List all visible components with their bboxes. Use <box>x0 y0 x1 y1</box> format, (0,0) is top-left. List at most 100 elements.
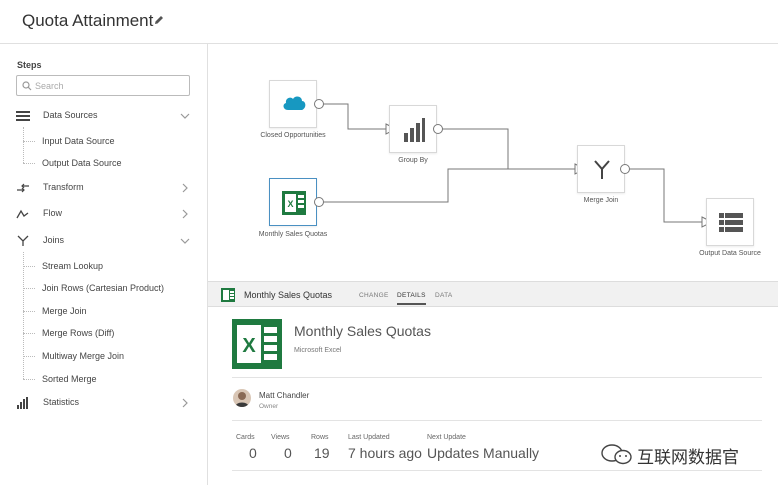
owner-role: Owner <box>259 403 279 410</box>
node-label: Output Data Source <box>699 250 761 257</box>
bar-chart-icon <box>17 397 28 409</box>
node-label: Monthly Sales Quotas <box>258 231 328 238</box>
excel-icon <box>221 288 235 302</box>
tree-connector <box>23 333 35 334</box>
bar-chart-icon <box>404 118 425 142</box>
tab-data[interactable]: DATA <box>435 292 453 299</box>
excel-icon: X <box>282 191 306 215</box>
detail-bar-title: Monthly Sales Quotas <box>244 290 333 300</box>
join-icon <box>594 160 610 179</box>
divider <box>232 420 762 421</box>
category-label: Transform <box>43 182 84 192</box>
category-flow[interactable]: Flow <box>16 206 192 222</box>
chevron-right-icon <box>182 398 188 408</box>
stat-value-cards: 0 <box>249 445 257 461</box>
node-label: Group By <box>398 157 428 164</box>
output-port[interactable] <box>314 99 324 109</box>
tree-connector <box>23 127 24 163</box>
search-box[interactable] <box>16 75 190 96</box>
connector-line <box>322 168 575 203</box>
watermark-text: 互联网数据官 <box>637 448 739 467</box>
tree-connector <box>23 356 35 357</box>
step-input-data-source[interactable]: Input Data Source <box>42 134 115 148</box>
chevron-down-icon <box>180 238 190 244</box>
output-port[interactable] <box>314 197 324 207</box>
stat-value-views: 0 <box>284 445 292 461</box>
tab-change[interactable]: CHANGE <box>359 292 389 299</box>
watermark: 互联网数据官 <box>600 442 770 467</box>
node-output-data-source[interactable] <box>706 198 754 246</box>
output-port[interactable] <box>620 164 630 174</box>
chevron-right-icon <box>182 209 188 219</box>
chevron-right-icon <box>182 183 188 193</box>
category-statistics[interactable]: Statistics <box>16 395 192 411</box>
stat-label-next-update: Next Update <box>427 434 466 441</box>
pencil-icon[interactable] <box>153 14 165 26</box>
table-icon <box>16 111 30 121</box>
step-output-data-source[interactable]: Output Data Source <box>42 156 122 170</box>
svg-text:X: X <box>242 335 256 357</box>
tree-connector <box>23 288 35 289</box>
stat-label-cards: Cards <box>236 434 255 441</box>
tree-connector <box>23 252 24 379</box>
category-label: Flow <box>43 208 63 218</box>
node-monthly-sales-quotas[interactable]: X <box>269 178 317 226</box>
category-joins[interactable]: Joins <box>16 233 192 249</box>
category-label: Data Sources <box>43 110 98 120</box>
app-header: Quota Attainment <box>0 0 778 44</box>
dataset-title: Monthly Sales Quotas <box>294 323 431 339</box>
tree-connector <box>23 266 35 267</box>
search-icon <box>22 81 32 91</box>
join-icon <box>17 235 29 246</box>
node-closed-opportunities[interactable] <box>269 80 317 128</box>
owner-name[interactable]: Matt Chandler <box>259 391 309 400</box>
step-multiway-merge-join[interactable]: Multiway Merge Join <box>42 349 124 363</box>
table-icon <box>719 213 743 232</box>
stat-label-rows: Rows <box>311 434 329 441</box>
page-title: Quota Attainment <box>22 11 154 30</box>
tree-connector <box>23 141 35 142</box>
output-port[interactable] <box>433 124 443 134</box>
connector-line <box>625 168 702 223</box>
step-merge-rows[interactable]: Merge Rows (Diff) <box>42 326 114 340</box>
detail-header-bar: Monthly Sales Quotas CHANGE DETAILS DATA <box>208 281 778 307</box>
search-input[interactable] <box>35 79 185 93</box>
category-label: Joins <box>43 235 65 245</box>
divider <box>232 470 762 471</box>
step-stream-lookup[interactable]: Stream Lookup <box>42 259 103 273</box>
steps-sidebar: Steps Data Sources Input Data Source Out… <box>0 44 208 485</box>
tree-connector <box>23 163 35 164</box>
connector-line <box>440 128 575 170</box>
node-label: Closed Opportunities <box>260 132 326 139</box>
node-label: Merge Join <box>583 197 619 204</box>
avatar <box>233 389 251 407</box>
flow-canvas[interactable]: Closed Opportunities Group By X Monthly … <box>208 44 778 281</box>
divider <box>232 377 762 378</box>
transform-icon <box>17 183 29 193</box>
tree-connector <box>23 311 35 312</box>
tree-connector <box>23 379 35 380</box>
excel-icon: X <box>232 319 282 369</box>
stat-value-next-update: Updates Manually <box>427 445 540 461</box>
stat-label-views: Views <box>271 434 290 441</box>
tab-details[interactable]: DETAILS <box>397 292 426 305</box>
stat-value-rows: 19 <box>314 445 330 461</box>
svg-text:X: X <box>287 199 293 209</box>
salesforce-cloud-icon <box>283 96 306 110</box>
step-sorted-merge[interactable]: Sorted Merge <box>42 372 97 386</box>
connector-line <box>322 103 386 130</box>
node-group-by[interactable] <box>389 105 437 153</box>
node-merge-join[interactable] <box>577 145 625 193</box>
steps-heading: Steps <box>17 60 42 70</box>
chevron-down-icon <box>180 113 190 119</box>
dataset-type: Microsoft Excel <box>294 347 342 354</box>
step-merge-join[interactable]: Merge Join <box>42 304 87 318</box>
category-transform[interactable]: Transform <box>16 180 192 196</box>
stat-label-last-updated: Last Updated <box>348 434 390 441</box>
wechat-icon <box>601 444 632 465</box>
stat-value-last-updated: 7 hours ago <box>348 445 422 461</box>
category-label: Statistics <box>43 397 80 407</box>
step-join-rows[interactable]: Join Rows (Cartesian Product) <box>42 281 164 295</box>
category-data-sources[interactable]: Data Sources <box>16 108 192 124</box>
flow-icon <box>16 209 29 219</box>
